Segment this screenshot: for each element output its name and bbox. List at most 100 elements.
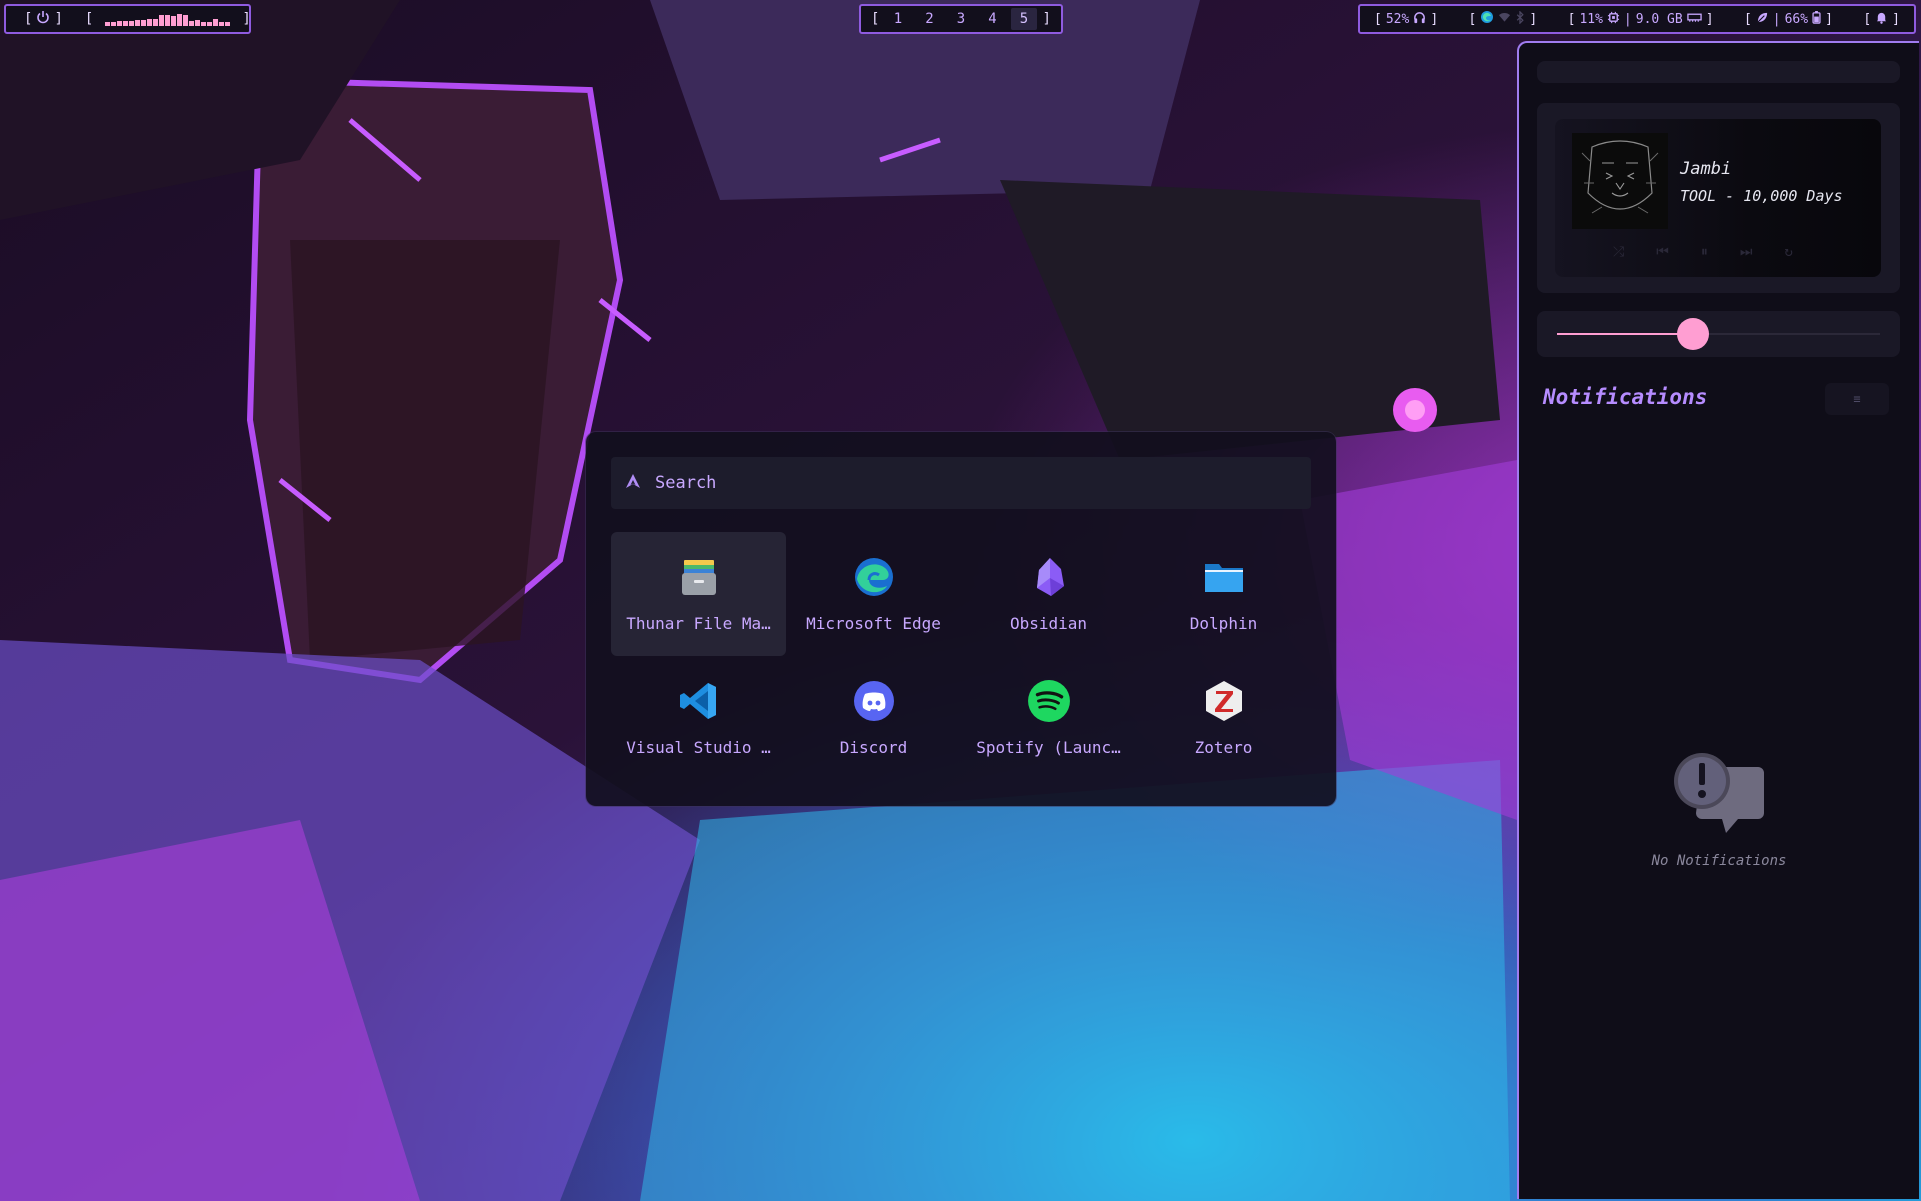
bracket-open: [ xyxy=(24,11,33,27)
shuffle-icon[interactable]: ⤮ xyxy=(1613,244,1624,260)
bell-icon xyxy=(1875,11,1888,28)
battery-value: 66% xyxy=(1784,11,1809,27)
repeat-icon[interactable]: ↻ xyxy=(1784,244,1792,260)
app-obsidian[interactable]: Obsidian xyxy=(961,532,1136,656)
topbar-left: [ ] [ ] xyxy=(4,4,251,34)
media-widget: Jambi TOOL - 10,000 Days ⤮ ⏮ ⏸ ⏭ ↻ xyxy=(1537,103,1900,293)
next-icon[interactable]: ⏭ xyxy=(1740,244,1753,260)
folder-icon xyxy=(1201,554,1247,600)
workspace-2[interactable]: 2 xyxy=(916,8,942,30)
pause-icon[interactable]: ⏸ xyxy=(1701,244,1708,260)
separator: | xyxy=(1623,11,1632,27)
visualizer-bar xyxy=(195,20,201,26)
visualizer-bar xyxy=(105,22,111,26)
brightness-slider[interactable] xyxy=(1557,318,1880,350)
app-dolphin[interactable]: Dolphin xyxy=(1136,532,1311,656)
discord-icon xyxy=(851,678,897,724)
bracket-open: [ xyxy=(1468,11,1477,27)
track-title: Jambi xyxy=(1680,159,1732,179)
visualizer-bar xyxy=(189,21,195,26)
visualizer-bar xyxy=(159,15,165,26)
app-label: Spotify (Launc… xyxy=(976,738,1121,757)
app-label: Obsidian xyxy=(1009,614,1088,633)
app-thunar[interactable]: Thunar File Ma… xyxy=(611,532,786,656)
cpu-value: 11% xyxy=(1579,11,1603,27)
visualizer-bar xyxy=(219,22,225,26)
audio-visualizer xyxy=(105,12,231,26)
memory-value: 9.0 GB xyxy=(1635,11,1683,27)
search-input[interactable] xyxy=(653,472,1257,494)
bracket-close: ] xyxy=(1825,11,1833,27)
empty-notifications: No Notifications xyxy=(1519,751,1919,869)
no-notifications-text: No Notifications xyxy=(1651,853,1787,869)
brightness-slider-card xyxy=(1537,311,1900,357)
arch-icon xyxy=(625,473,641,494)
app-discord[interactable]: Discord xyxy=(786,656,961,780)
bracket-close: ] xyxy=(242,11,251,27)
visualizer-bar xyxy=(201,22,207,26)
network-module[interactable]: [ ] xyxy=(1468,9,1538,28)
album-cover xyxy=(1572,133,1668,229)
bracket-open: [ xyxy=(1863,11,1872,27)
visualizer-bar xyxy=(147,19,153,26)
workspace-4[interactable]: 4 xyxy=(980,8,1006,30)
bracket-close: ] xyxy=(1529,11,1538,27)
edge-icon xyxy=(1480,10,1494,28)
visualizer-bar xyxy=(165,15,171,26)
bracket-close: ] xyxy=(1042,11,1051,27)
workspace-switcher: [ 1 2 3 4 5 ] xyxy=(859,4,1063,34)
bracket-close: ] xyxy=(54,11,63,27)
app-label: Thunar File Ma… xyxy=(626,614,771,633)
app-label: Discord xyxy=(839,738,908,757)
track-artist: TOOL - 10,000 Days xyxy=(1680,187,1843,205)
control-center-panel: Jambi TOOL - 10,000 Days ⤮ ⏮ ⏸ ⏭ ↻ Notif… xyxy=(1517,41,1919,1199)
obsidian-icon xyxy=(1026,554,1072,600)
audio-module[interactable]: [ 52% ] xyxy=(1374,11,1438,28)
media-controls: ⤮ ⏮ ⏸ ⏭ ↻ xyxy=(1613,244,1793,260)
spotify-icon xyxy=(1026,678,1072,724)
visualizer-bar xyxy=(129,21,135,26)
file-cabinet-icon xyxy=(676,554,722,600)
visualizer-bar xyxy=(177,14,183,26)
bracket-open: [ xyxy=(1743,11,1752,27)
previous-icon[interactable]: ⏮ xyxy=(1656,244,1669,260)
media-player[interactable]: Jambi TOOL - 10,000 Days ⤮ ⏮ ⏸ ⏭ ↻ xyxy=(1555,119,1881,277)
visualizer-bar xyxy=(117,21,123,26)
visualizer-bar xyxy=(123,21,129,26)
workspace-1[interactable]: 1 xyxy=(885,8,911,30)
visualizer-bar xyxy=(135,20,141,26)
power-icon[interactable] xyxy=(36,10,50,28)
app-launcher: Thunar File Ma… Microsoft Edge Obsidian … xyxy=(586,432,1336,806)
visualizer-bar xyxy=(111,22,117,26)
no-notifications-icon xyxy=(1672,751,1766,843)
app-microsoft-edge[interactable]: Microsoft Edge xyxy=(786,532,961,656)
edge-icon xyxy=(851,554,897,600)
visualizer-bar xyxy=(213,19,219,26)
system-module[interactable]: [ 11% | 9.0 GB ] xyxy=(1568,11,1714,28)
bracket-close: ] xyxy=(1705,11,1714,27)
bluetooth-icon xyxy=(1515,9,1525,28)
clear-all-icon: ≡ xyxy=(1853,392,1861,406)
notifications-module[interactable]: [ ] xyxy=(1863,11,1900,28)
volume-value: 52% xyxy=(1385,11,1410,27)
leaf-icon xyxy=(1756,11,1769,28)
app-vscode[interactable]: Visual Studio … xyxy=(611,656,786,780)
search-bar[interactable] xyxy=(611,457,1311,509)
panel-header-bar xyxy=(1537,61,1900,83)
visualizer-bar xyxy=(153,19,159,26)
visualizer-bar xyxy=(225,22,231,26)
bracket-open: [ xyxy=(871,11,880,27)
app-zotero[interactable]: Zotero xyxy=(1136,656,1311,780)
headphones-icon xyxy=(1413,11,1426,28)
visualizer-bar xyxy=(141,20,147,26)
slider-thumb[interactable] xyxy=(1676,318,1709,350)
vscode-icon xyxy=(676,678,722,724)
power-module[interactable]: [ | 66% ] xyxy=(1743,10,1833,28)
app-spotify[interactable]: Spotify (Launc… xyxy=(961,656,1136,780)
bracket-close: ] xyxy=(1430,11,1439,27)
slider-fill xyxy=(1557,333,1693,335)
notifications-title: Notifications xyxy=(1543,385,1708,409)
clear-notifications-button[interactable]: ≡ xyxy=(1825,383,1889,415)
workspace-5[interactable]: 5 xyxy=(1011,8,1038,30)
workspace-3[interactable]: 3 xyxy=(948,8,974,30)
